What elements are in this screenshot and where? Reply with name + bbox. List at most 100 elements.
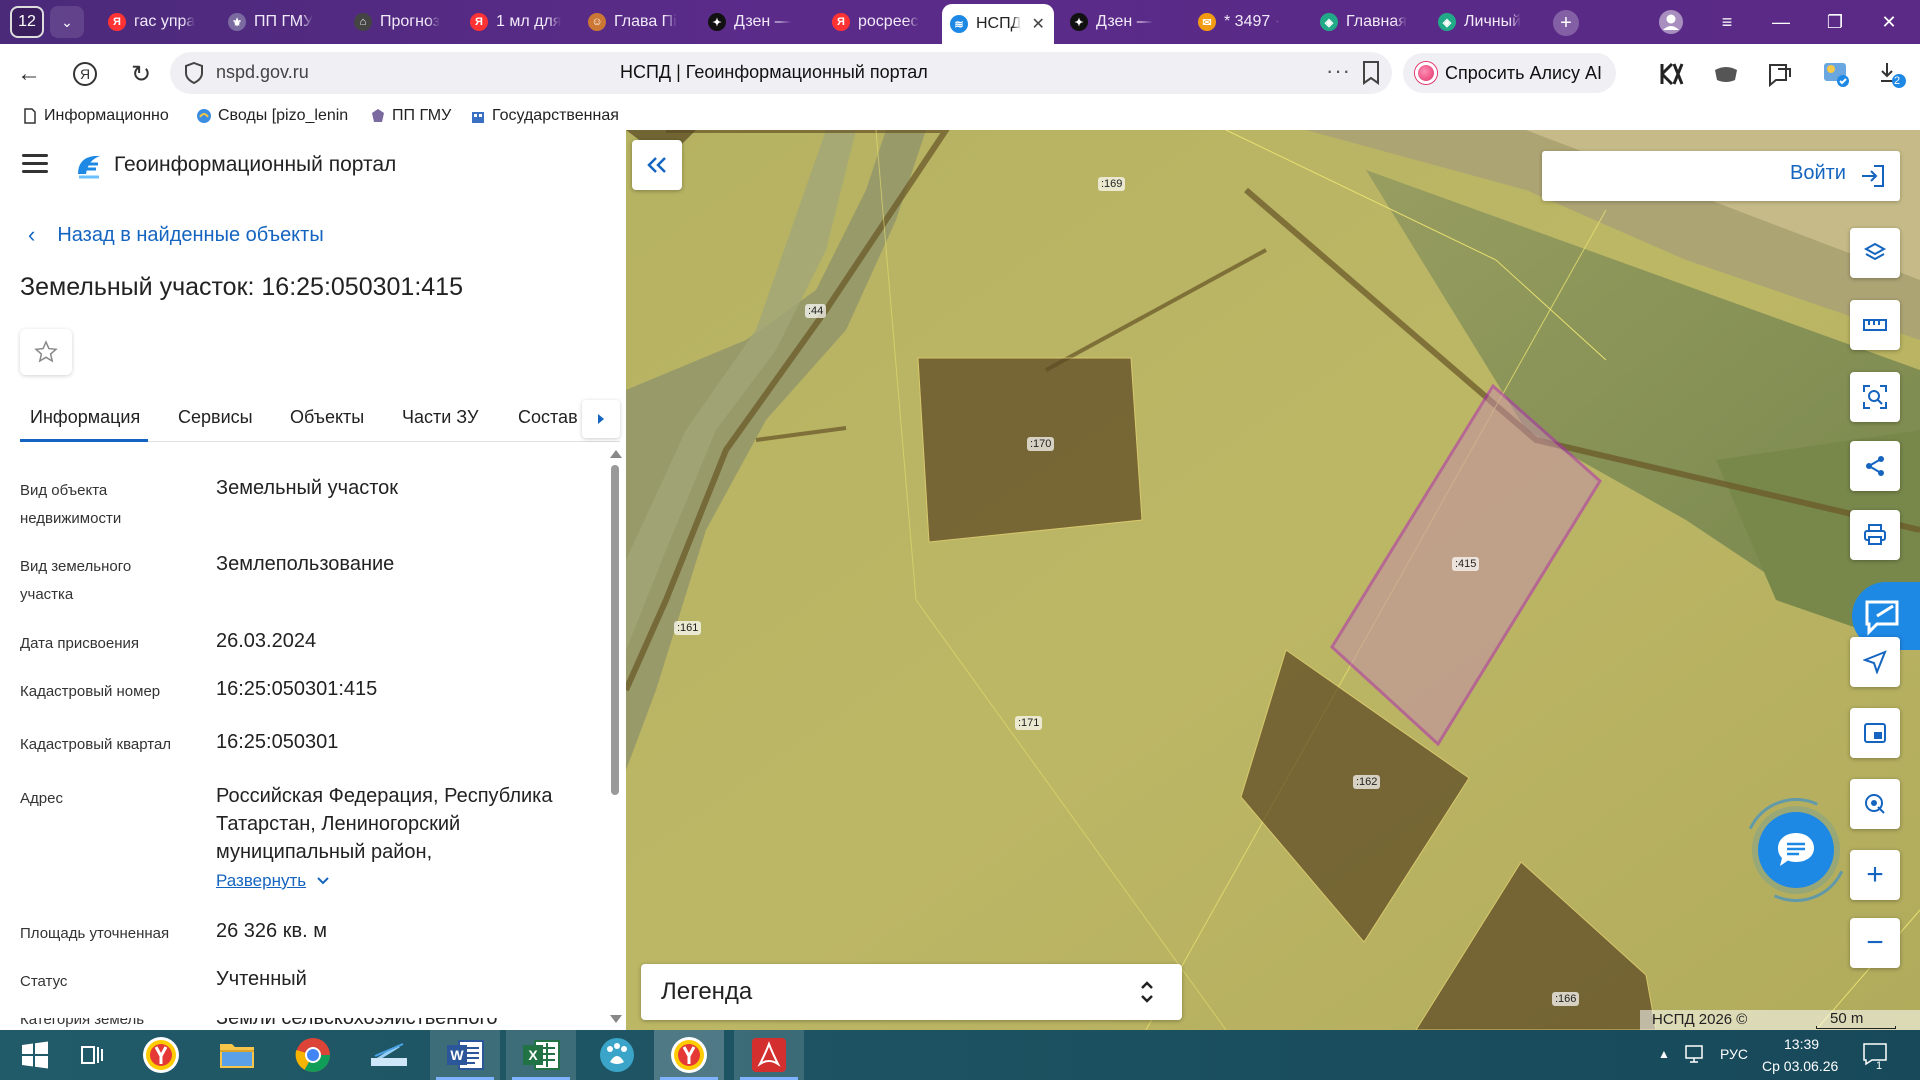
- browser-tab[interactable]: Я 1 мл для: [462, 6, 576, 38]
- bookmark-icon[interactable]: [1360, 60, 1382, 86]
- plot-label[interactable]: :44: [805, 304, 827, 318]
- url-more-icon[interactable]: ···: [1326, 58, 1351, 84]
- tabs-next-button[interactable]: [582, 400, 620, 438]
- reload-icon[interactable]: ↻: [124, 57, 158, 91]
- lock-icon[interactable]: [184, 61, 204, 85]
- plot-label[interactable]: :415: [1452, 557, 1480, 571]
- url-domain[interactable]: nspd.gov.ru: [216, 62, 309, 83]
- map-attribution[interactable]: НСПД 2026 ©: [1652, 1011, 1747, 1028]
- tab-parcel-parts[interactable]: Части ЗУ: [402, 407, 478, 428]
- tab-list-dropdown-icon[interactable]: ⌄: [50, 6, 84, 38]
- browser-tab[interactable]: ≋ НСПД ✕: [942, 4, 1054, 44]
- taskbar-yandex-browser[interactable]: [126, 1030, 196, 1080]
- browser-tab[interactable]: Ягас упра: [100, 6, 210, 38]
- tab-favicon-icon: ≋: [950, 15, 968, 33]
- zoom-out-button[interactable]: −: [1850, 918, 1900, 968]
- print-button[interactable]: [1850, 510, 1900, 560]
- measure-button[interactable]: [1850, 300, 1900, 350]
- layers-button[interactable]: [1850, 228, 1900, 278]
- clock-time[interactable]: 13:39: [1784, 1036, 1819, 1052]
- kaspersky-extension-icon[interactable]: [1656, 58, 1688, 90]
- browser-tab[interactable]: ◈ Главная: [1312, 6, 1424, 38]
- expand-address-link[interactable]: Развернуть: [216, 871, 330, 891]
- collections-icon[interactable]: [1764, 58, 1796, 90]
- extension-icon[interactable]: [1710, 58, 1742, 90]
- taskbar-scanner-app[interactable]: [354, 1030, 424, 1080]
- minimize-icon[interactable]: —: [1758, 0, 1804, 44]
- tab-information[interactable]: Информация: [30, 407, 140, 428]
- notifications-icon[interactable]: [1862, 1042, 1888, 1071]
- restore-icon[interactable]: ❐: [1812, 0, 1858, 44]
- menu-icon[interactable]: ≡: [1704, 0, 1750, 44]
- downloads-icon[interactable]: [1876, 58, 1908, 90]
- area-search-button[interactable]: [1850, 372, 1900, 422]
- bookmark-item[interactable]: Информационно: [22, 104, 174, 128]
- locate-point-button[interactable]: [1850, 779, 1900, 829]
- scroll-thumb[interactable]: [611, 465, 619, 795]
- browser-tab[interactable]: ⚜ ПП ГМУ: [220, 6, 340, 38]
- network-icon[interactable]: [1684, 1044, 1708, 1069]
- weather-extension-icon[interactable]: [1820, 58, 1852, 90]
- browser-tab[interactable]: Яросреес: [824, 6, 940, 38]
- close-window-icon[interactable]: ✕: [1866, 0, 1912, 44]
- browser-tab[interactable]: ⌂ Прогноз: [346, 6, 458, 38]
- browser-tab[interactable]: ✦ Дзен —: [1062, 6, 1178, 38]
- scroll-down-arrow-icon[interactable]: [610, 1015, 622, 1023]
- chat-assistant-button[interactable]: [1758, 812, 1834, 888]
- taskbar-acrobat[interactable]: [734, 1030, 804, 1080]
- task-view-button[interactable]: [56, 1030, 126, 1080]
- favorite-button[interactable]: [20, 329, 72, 375]
- back-to-results-link[interactable]: ‹ Назад в найденные объекты: [28, 222, 324, 248]
- share-button[interactable]: [1850, 441, 1900, 491]
- minimap-button[interactable]: [1850, 708, 1900, 758]
- profile-avatar-icon[interactable]: [1648, 0, 1694, 44]
- tray-expand-icon[interactable]: ▲: [1658, 1047, 1670, 1061]
- clock-date[interactable]: Ср 03.06.26: [1762, 1058, 1838, 1074]
- bookmark-item[interactable]: Своды [pizo_lenin: [196, 104, 356, 128]
- taskbar-messenger[interactable]: [582, 1030, 652, 1080]
- taskbar-file-explorer[interactable]: [202, 1030, 272, 1080]
- geolocation-button[interactable]: [1850, 637, 1900, 687]
- portal-title[interactable]: Геоинформационный портал: [114, 153, 396, 177]
- browser-tab[interactable]: ✉ * 3497 ·: [1190, 6, 1306, 38]
- ask-alice-button[interactable]: Спросить Алису AI: [1403, 53, 1617, 93]
- browser-tab[interactable]: ✦ Дзен —: [700, 6, 810, 38]
- taskbar-chrome[interactable]: [278, 1030, 348, 1080]
- expand-legend-icon[interactable]: [1140, 978, 1154, 1006]
- plot-label[interactable]: :161: [674, 621, 702, 635]
- taskbar-word[interactable]: W: [430, 1030, 500, 1080]
- login-label[interactable]: Войти: [1790, 162, 1846, 185]
- tab-count-button[interactable]: 12: [10, 6, 44, 38]
- plot-label[interactable]: :170: [1027, 437, 1055, 451]
- yandex-logo-icon[interactable]: Я: [68, 57, 102, 91]
- browser-tab[interactable]: ☺ Глава Пі: [580, 6, 690, 38]
- legend-label[interactable]: Легенда: [661, 978, 752, 1006]
- folder-icon: [220, 1044, 254, 1068]
- map-view[interactable]: :169 :44 :170 :415 :161 :171 :162 :166: [626, 130, 1920, 1030]
- plot-label[interactable]: :162: [1353, 775, 1381, 789]
- plot-label[interactable]: :166: [1552, 992, 1580, 1006]
- page-title: НСПД | Геоинформационный портал: [620, 62, 928, 82]
- plot-label[interactable]: :171: [1015, 716, 1043, 730]
- portal-logo-icon[interactable]: [74, 150, 104, 180]
- bookmark-item[interactable]: ПП ГМУ: [370, 104, 474, 128]
- login-icon[interactable]: [1860, 164, 1886, 193]
- input-language[interactable]: РУС: [1720, 1046, 1748, 1062]
- back-arrow-icon[interactable]: ←: [12, 57, 46, 91]
- svg-text:X: X: [528, 1047, 538, 1063]
- login-button[interactable]: [1542, 151, 1900, 201]
- menu-hamburger-icon[interactable]: [22, 154, 48, 174]
- zoom-in-button[interactable]: +: [1850, 850, 1900, 900]
- plot-label[interactable]: :169: [1098, 177, 1126, 191]
- taskbar-yandex-browser-active[interactable]: [654, 1030, 724, 1080]
- collapse-panel-button[interactable]: [632, 140, 682, 190]
- tab-composition[interactable]: Состав: [518, 407, 578, 428]
- new-tab-button[interactable]: +: [1553, 10, 1579, 36]
- close-tab-icon[interactable]: ✕: [1031, 14, 1044, 34]
- tab-services[interactable]: Сервисы: [178, 407, 253, 428]
- scroll-up-arrow-icon[interactable]: [610, 450, 622, 458]
- bookmark-item[interactable]: Государственная: [470, 104, 626, 128]
- tab-objects[interactable]: Объекты: [290, 407, 364, 428]
- taskbar-excel[interactable]: X: [506, 1030, 576, 1080]
- browser-tab[interactable]: ◈ Личный: [1430, 6, 1542, 38]
